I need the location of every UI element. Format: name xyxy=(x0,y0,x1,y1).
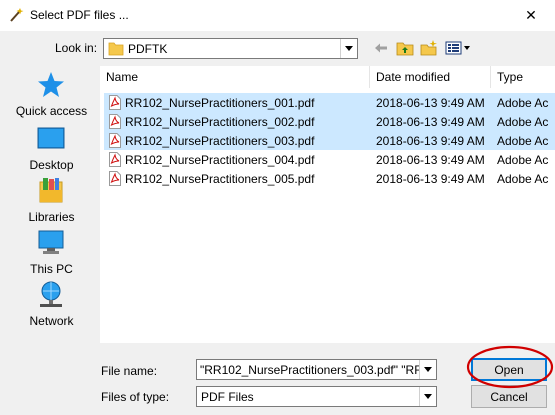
file-row[interactable]: RR102_NursePractitioners_003.pdf 2018-06-… xyxy=(100,131,555,150)
pdf-file-icon xyxy=(109,95,121,110)
file-row[interactable]: RR102_NursePractitioners_005.pdf 2018-06-… xyxy=(100,169,555,188)
file-row[interactable]: RR102_NursePractitioners_004.pdf 2018-06-… xyxy=(100,150,555,169)
network-icon xyxy=(40,281,62,307)
up-folder-icon xyxy=(396,42,414,56)
place-this-pc[interactable]: This PC xyxy=(8,228,95,280)
files-of-type-dropdown[interactable]: PDF Files xyxy=(196,386,437,407)
title-bar: Select PDF files ... ✕ xyxy=(0,0,555,31)
file-date: 2018-06-13 9:49 AM xyxy=(376,172,485,186)
file-name: RR102_NursePractitioners_005.pdf xyxy=(125,172,315,186)
place-label: Network xyxy=(29,314,74,328)
place-quick-access[interactable]: Quick access xyxy=(8,70,95,122)
file-name: RR102_NursePractitioners_001.pdf xyxy=(125,96,315,110)
place-desktop[interactable]: Desktop xyxy=(8,124,95,176)
file-name: RR102_NursePractitioners_002.pdf xyxy=(125,115,315,129)
file-type: Adobe Ac xyxy=(497,153,549,167)
close-button[interactable]: ✕ xyxy=(521,5,541,25)
look-in-dropdown[interactable]: PDFTK xyxy=(103,38,358,59)
folder-icon xyxy=(108,42,124,56)
pdf-file-icon xyxy=(109,152,121,167)
place-libraries[interactable]: Libraries xyxy=(8,176,95,228)
close-icon: ✕ xyxy=(525,6,537,23)
chevron-down-icon[interactable] xyxy=(340,39,357,58)
libraries-icon xyxy=(39,178,63,203)
pdf-file-icon xyxy=(109,171,121,186)
back-button[interactable] xyxy=(370,38,392,58)
file-type: Adobe Ac xyxy=(497,134,549,148)
new-folder-icon xyxy=(420,40,437,56)
place-label: Quick access xyxy=(15,104,88,118)
file-date: 2018-06-13 9:49 AM xyxy=(376,153,485,167)
pdf-file-icon xyxy=(109,114,121,129)
column-header-name[interactable]: Name xyxy=(100,66,370,88)
look-in-label: Look in: xyxy=(55,41,98,55)
file-row[interactable]: RR102_NursePractitioners_001.pdf 2018-06-… xyxy=(100,93,555,112)
files-of-type-label: Files of type: xyxy=(101,390,170,404)
file-name-combo[interactable] xyxy=(196,359,437,380)
places-bar: Quick access Desktop Libraries This PC N… xyxy=(8,66,95,344)
look-in-value: PDFTK xyxy=(128,42,168,56)
view-menu-icon xyxy=(445,41,470,55)
file-type: Adobe Ac xyxy=(497,172,549,186)
open-button[interactable]: Open xyxy=(471,358,547,381)
files-of-type-value: PDF Files xyxy=(201,390,254,404)
new-folder-button[interactable] xyxy=(418,38,440,58)
pdf-file-icon xyxy=(109,133,121,148)
magic-wand-icon xyxy=(10,8,24,22)
file-list[interactable]: ^ Name Date modified Type RR102_NursePra… xyxy=(100,66,555,343)
window-title: Select PDF files ... xyxy=(30,8,129,22)
column-header-type[interactable]: Type xyxy=(491,66,555,88)
chevron-down-icon[interactable] xyxy=(419,360,436,379)
file-name-input[interactable] xyxy=(197,360,420,379)
chevron-down-icon[interactable] xyxy=(419,387,436,406)
place-label: Desktop xyxy=(29,158,74,172)
file-date: 2018-06-13 9:49 AM xyxy=(376,96,485,110)
this-pc-icon xyxy=(38,230,64,254)
file-name-label: File name: xyxy=(101,364,158,378)
file-name: RR102_NursePractitioners_004.pdf xyxy=(125,153,315,167)
select-pdf-dialog: Select PDF files ... ✕ Look in: PDFTK Qu… xyxy=(0,0,555,415)
file-type: Adobe Ac xyxy=(497,115,549,129)
cancel-button[interactable]: Cancel xyxy=(471,385,547,408)
file-date: 2018-06-13 9:49 AM xyxy=(376,134,485,148)
file-type: Adobe Ac xyxy=(497,96,549,110)
place-label: Libraries xyxy=(28,210,75,224)
desktop-icon xyxy=(37,127,65,149)
file-name: RR102_NursePractitioners_003.pdf xyxy=(125,134,315,148)
back-icon xyxy=(375,43,387,53)
place-network[interactable]: Network xyxy=(8,280,95,332)
column-header-date-modified[interactable]: Date modified xyxy=(370,66,491,88)
up-folder-button[interactable] xyxy=(394,38,416,58)
view-menu-button[interactable] xyxy=(444,38,472,58)
file-row[interactable]: RR102_NursePractitioners_002.pdf 2018-06-… xyxy=(100,112,555,131)
quick-access-icon xyxy=(38,72,64,97)
file-date: 2018-06-13 9:49 AM xyxy=(376,115,485,129)
place-label: This PC xyxy=(30,262,73,276)
